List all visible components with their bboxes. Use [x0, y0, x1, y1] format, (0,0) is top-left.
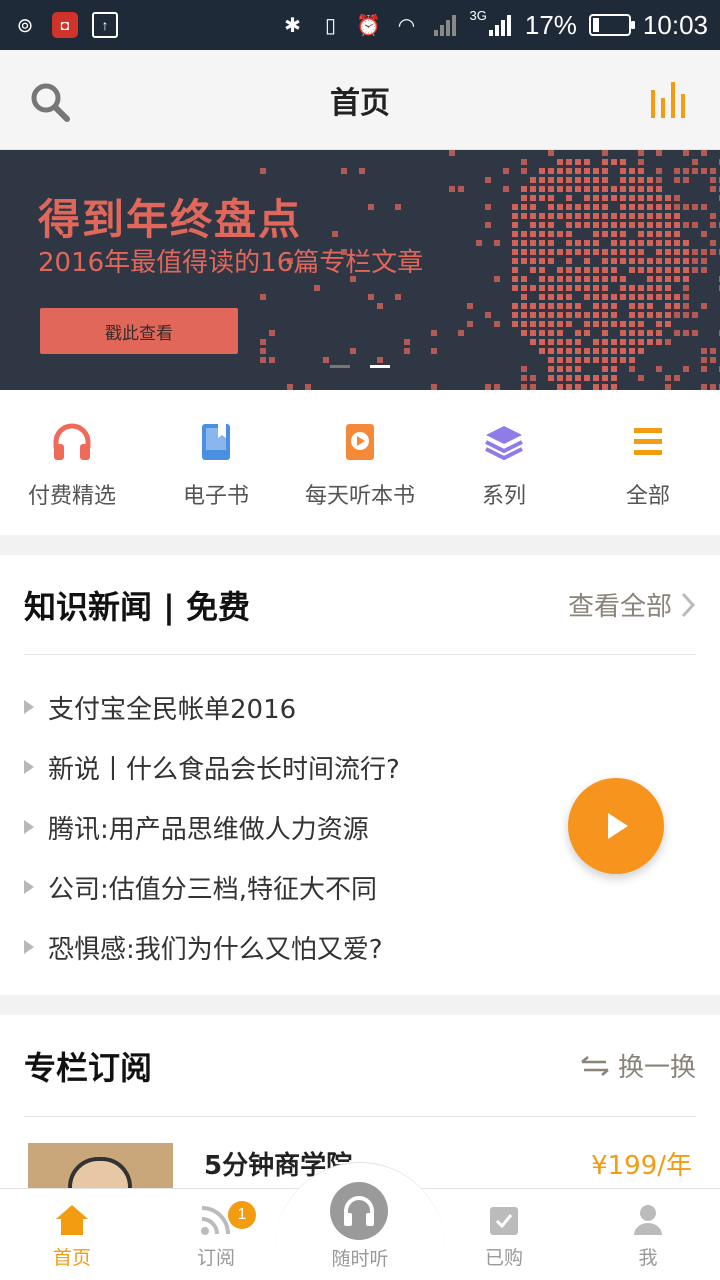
tab-listen-anytime[interactable] — [330, 1182, 388, 1240]
play-triangle-icon — [24, 820, 34, 834]
view-all-link[interactable]: 查看全部 — [568, 586, 696, 623]
tab-label: 首页 — [52, 1247, 91, 1269]
app-notification-icon: ◘ — [52, 12, 78, 38]
news-list: 支付宝全民帐单2016 新说丨什么食品会长时间流行? 腾讯:用产品思维做人力资源… — [24, 677, 544, 977]
column-price: ¥199/年 — [591, 1151, 692, 1181]
swap-button[interactable]: 换一换 — [580, 1047, 696, 1084]
carousel-dot[interactable] — [330, 365, 350, 368]
news-item-title: 恐惧感:我们为什么又怕又爱? — [48, 934, 383, 965]
news-item[interactable]: 恐惧感:我们为什么又怕又爱? — [24, 917, 544, 977]
search-icon[interactable] — [28, 80, 72, 124]
user-icon — [634, 1205, 662, 1235]
category-label: 电子书 — [182, 484, 249, 509]
tab-label: 随时听 — [331, 1248, 389, 1270]
upload-notification-icon: ↑ — [92, 12, 118, 38]
alarm-icon: ⏰ — [356, 14, 381, 37]
battery-percent: 17% — [524, 9, 577, 40]
play-triangle-icon — [24, 880, 34, 894]
section-title: 知识新闻 | 免费 — [24, 587, 250, 626]
category-row: 付费精选 电子书 每天听本书 系列 全部 — [0, 390, 720, 535]
play-all-button[interactable] — [568, 778, 664, 874]
category-label: 系列 — [481, 484, 526, 509]
play-triangle-icon — [24, 700, 34, 714]
tab-home[interactable]: 首页 — [0, 1189, 144, 1280]
news-item-title: 公司:估值分三档,特征大不同 — [48, 874, 378, 905]
knowledge-news-card: 知识新闻 | 免费 查看全部 支付宝全民帐单2016 新说丨什么食品会长时间流行… — [0, 555, 720, 995]
headset-icon — [344, 1196, 374, 1226]
news-section-header: 知识新闻 | 免费 查看全部 — [24, 555, 696, 655]
category-daily-book[interactable]: 每天听本书 — [288, 390, 432, 535]
signal-3g-icon — [488, 15, 511, 36]
banner-cta-button[interactable]: 戳此查看 — [40, 308, 238, 354]
layers-icon — [485, 426, 523, 461]
chevron-right-icon — [681, 592, 696, 617]
tab-subscribe[interactable]: 1 订阅 — [144, 1189, 288, 1280]
category-series[interactable]: 系列 — [432, 390, 576, 535]
play-triangle-icon — [24, 940, 34, 954]
news-item[interactable]: 公司:估值分三档,特征大不同 — [24, 857, 544, 917]
menu-icon — [634, 428, 662, 455]
page-title: 首页 — [330, 85, 390, 121]
tab-purchased[interactable]: 已购 — [432, 1189, 576, 1280]
wifi-icon: ◠ — [397, 14, 416, 37]
category-label: 每天听本书 — [304, 484, 415, 509]
news-item-title: 新说丨什么食品会长时间流行? — [48, 754, 400, 785]
tab-me[interactable]: 我 — [576, 1189, 720, 1280]
bluetooth-icon: ✱ — [284, 14, 301, 37]
category-all[interactable]: 全部 — [576, 390, 720, 535]
news-item[interactable]: 新说丨什么食品会长时间流行? — [24, 737, 544, 797]
news-item[interactable]: 腾讯:用产品思维做人力资源 — [24, 797, 544, 857]
vibrate-icon: ▯ — [325, 14, 337, 37]
play-icon — [608, 813, 628, 839]
news-item[interactable]: 支付宝全民帐单2016 — [24, 677, 544, 737]
carousel-indicator[interactable] — [330, 365, 390, 368]
banner-subline: 2016年最值得读的16篇专栏文章 — [38, 248, 424, 278]
section-title: 专栏订阅 — [24, 1048, 153, 1087]
battery-icon — [588, 14, 635, 36]
carousel-dot-active[interactable] — [370, 365, 390, 368]
category-label: 付费精选 — [27, 484, 116, 509]
book-icon — [202, 424, 230, 460]
category-ebook[interactable]: 电子书 — [144, 390, 288, 535]
purchased-icon — [490, 1207, 518, 1235]
columns-section-header: 专栏订阅 换一换 — [24, 1015, 696, 1117]
rss-icon — [201, 1206, 230, 1235]
play-book-icon — [346, 424, 374, 460]
headphones-icon — [53, 423, 91, 460]
weibo-notification-icon: ⊚ — [16, 14, 34, 37]
view-all-label: 查看全部 — [567, 592, 672, 622]
status-bar: ⊚ ◘ ↑ ✱ ▯ ⏰ ◠ 3G 17% 10:03 — [0, 0, 720, 50]
clock: 10:03 — [642, 9, 708, 40]
top-nav-bar: 首页 — [0, 50, 720, 150]
home-icon — [56, 1205, 88, 1235]
promo-banner[interactable]: 得到年终盘点 2016年最值得读的16篇专栏文章 戳此查看 — [0, 150, 720, 390]
audio-bars-icon[interactable] — [650, 80, 690, 120]
category-label: 全部 — [625, 484, 670, 509]
network-type: 3G — [469, 7, 487, 23]
subscribe-badge: 1 — [228, 1201, 256, 1229]
news-item-title: 腾讯:用产品思维做人力资源 — [48, 814, 369, 845]
news-item-title: 支付宝全民帐单2016 — [48, 694, 297, 725]
swap-label: 换一换 — [617, 1053, 696, 1083]
tab-label: 已购 — [484, 1247, 523, 1269]
tab-label: 订阅 — [196, 1247, 235, 1269]
play-triangle-icon — [24, 760, 34, 774]
signal-icon — [433, 15, 456, 36]
banner-headline: 得到年终盘点 — [38, 195, 303, 244]
category-paid-selection[interactable]: 付费精选 — [0, 390, 144, 535]
swap-arrows-icon — [581, 1055, 609, 1076]
tab-label: 我 — [638, 1247, 658, 1269]
